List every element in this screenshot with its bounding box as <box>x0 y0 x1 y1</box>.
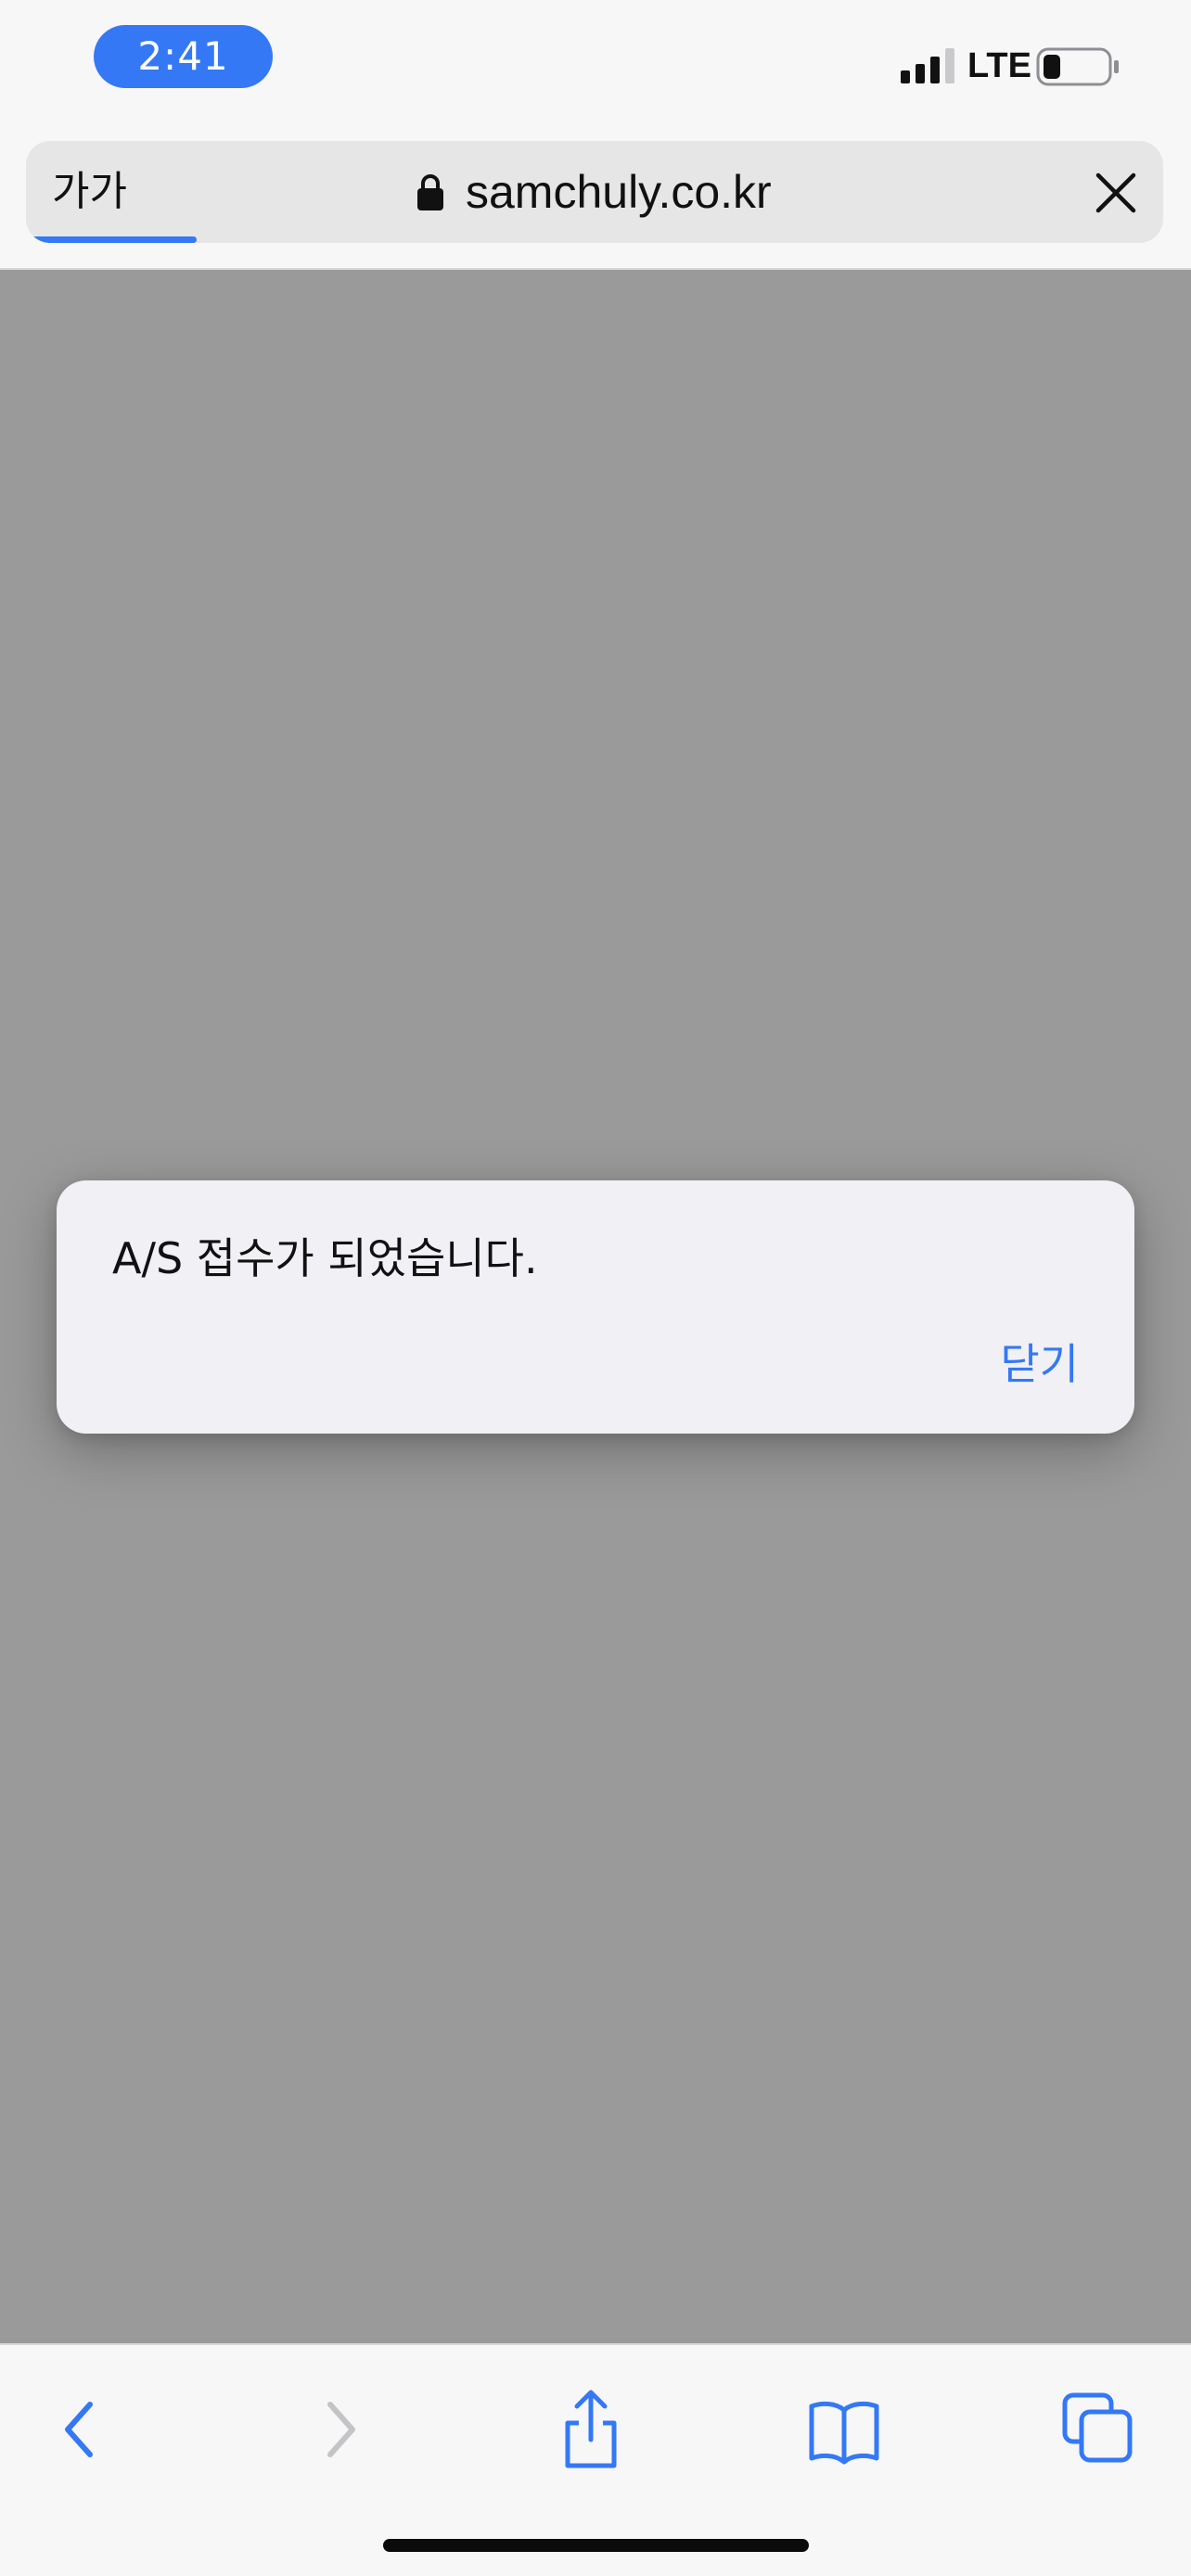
battery-icon <box>1036 47 1119 86</box>
url-text: samchuly.co.kr <box>466 166 772 218</box>
alert-close-button[interactable]: 닫기 <box>1000 1331 1079 1392</box>
network-type-label: LTE <box>967 46 1031 85</box>
status-bar: 2:41 LTE <box>0 0 1191 130</box>
lock-icon <box>417 174 443 210</box>
text-size-button[interactable]: 가가 <box>43 141 136 243</box>
address-bar[interactable]: 가가 samchuly.co.kr <box>26 141 1163 243</box>
home-indicator[interactable] <box>383 2539 809 2552</box>
tabs-icon[interactable] <box>1057 2388 1141 2471</box>
back-icon[interactable] <box>38 2388 122 2471</box>
alert-message: A/S 접수가 되었습니다. <box>112 1233 538 1283</box>
forward-icon[interactable] <box>299 2388 382 2471</box>
page-load-progress-fill <box>26 236 197 243</box>
share-icon[interactable] <box>549 2388 633 2471</box>
url-field[interactable]: samchuly.co.kr <box>416 141 772 243</box>
alert-dialog: A/S 접수가 되었습니다. 닫기 <box>57 1180 1134 1434</box>
status-time[interactable]: 2:41 <box>94 25 273 88</box>
page-load-progress <box>26 236 1163 243</box>
stop-loading-close-icon[interactable] <box>1095 172 1137 214</box>
cellular-signal-icon <box>901 48 954 83</box>
bookmarks-icon[interactable] <box>802 2388 886 2471</box>
